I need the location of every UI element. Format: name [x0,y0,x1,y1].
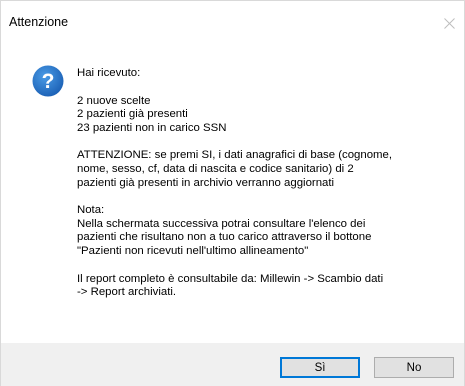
svg-text:?: ? [42,70,55,93]
no-button[interactable]: No [374,357,454,378]
yes-button[interactable]: Sì [280,357,360,378]
message-report: Il report completo è consultabile da: Mi… [77,272,384,299]
title-bar: Attenzione [1,1,464,39]
dialog-window: Attenzione ? Hai ricevuto: 2 nuove scelt… [0,0,465,386]
close-icon [443,17,455,29]
message-note: Nota: Nella schermata successiva potrai … [77,204,372,257]
message-body: Hai ricevuto: 2 nuove scelte 2 pazienti … [77,67,447,300]
message-intro: Hai ricevuto: [77,67,141,79]
message-counts: 2 nuove scelte 2 pazienti già presenti 2… [77,94,227,134]
close-button[interactable] [434,9,464,37]
message-warning: ATTENZIONE: se premi SI, i dati anagrafi… [77,149,393,189]
window-title: Attenzione [9,15,69,29]
question-icon: ? [32,65,64,97]
